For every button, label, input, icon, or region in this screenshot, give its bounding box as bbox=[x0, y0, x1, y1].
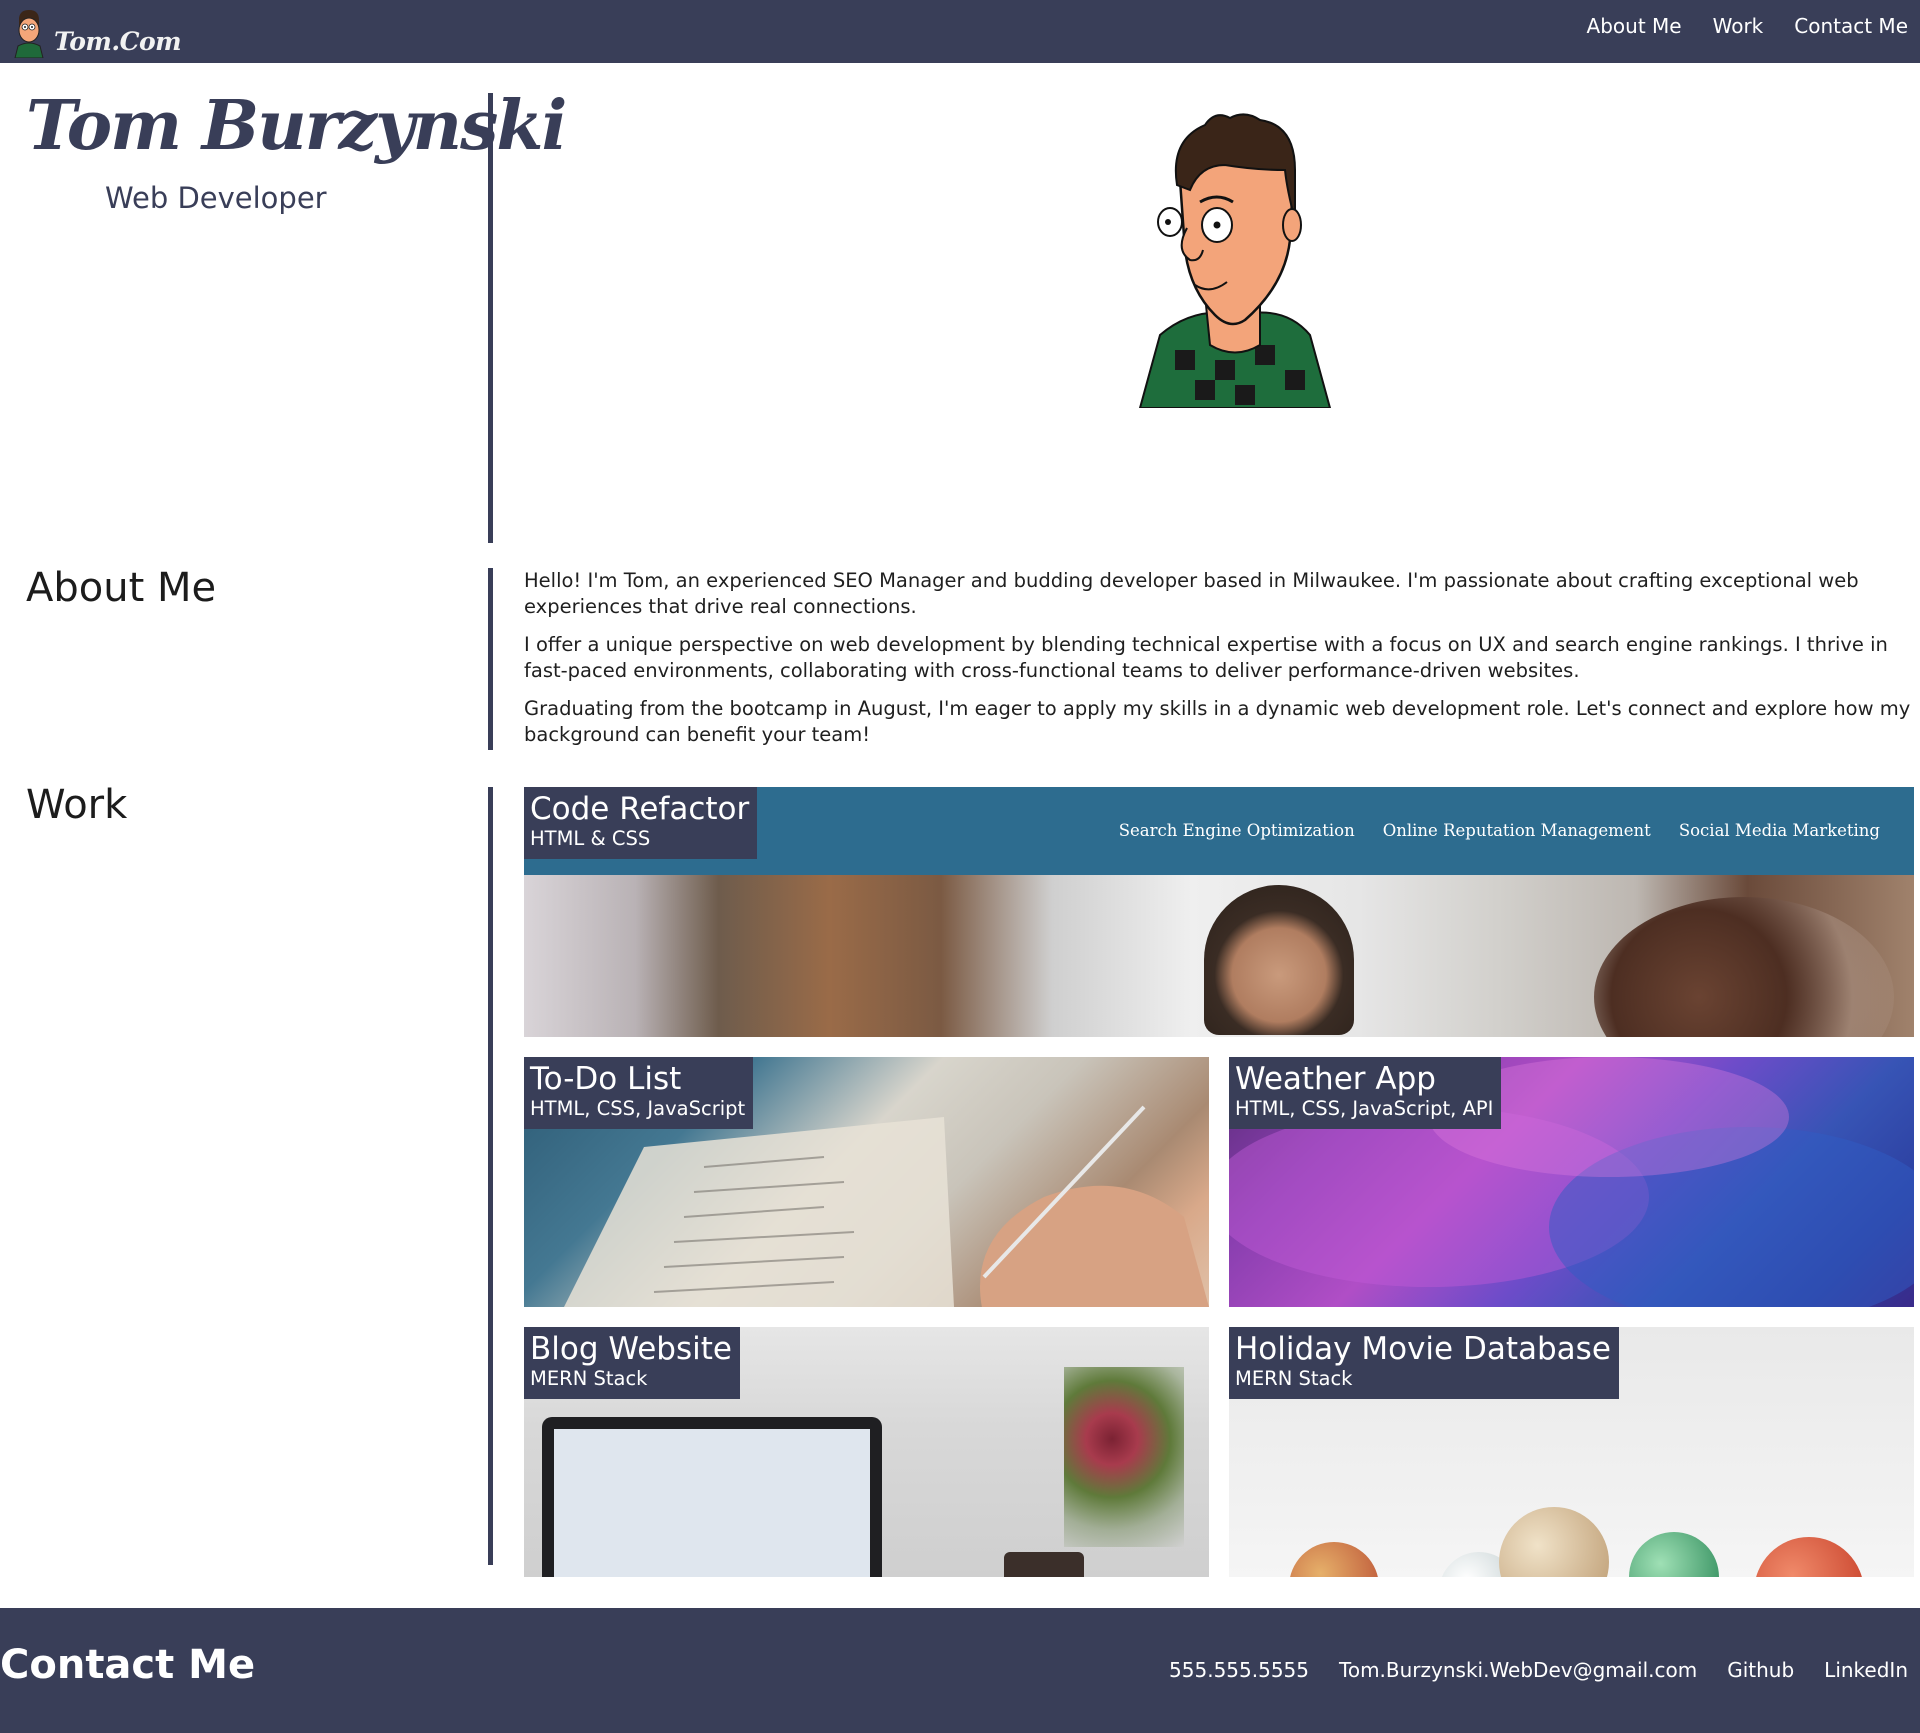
divider-intro bbox=[488, 93, 493, 543]
preview-nav-item: Online Reputation Management bbox=[1382, 821, 1651, 840]
project-title: Holiday Movie Database bbox=[1235, 1331, 1611, 1367]
project-tech: MERN Stack bbox=[530, 1367, 648, 1390]
project-card-blog-website[interactable]: Blog Website MERN Stack bbox=[524, 1327, 1209, 1577]
contact-links: 555.555.5555 Tom.Burzynski.WebDev@gmail.… bbox=[1169, 1658, 1908, 1682]
project-title: To-Do List bbox=[530, 1061, 682, 1097]
project-label: Holiday Movie Database MERN Stack bbox=[1229, 1327, 1619, 1399]
logo-text: Tom.Com bbox=[54, 27, 182, 56]
about-paragraph: Graduating from the bootcamp in August, … bbox=[524, 697, 1911, 746]
preview-ornament bbox=[1629, 1532, 1719, 1577]
project-title: Code Refactor bbox=[530, 791, 750, 827]
hero-avatar-image bbox=[1138, 113, 1332, 408]
project-label: Blog Website MERN Stack bbox=[524, 1327, 740, 1399]
project-card-code-refactor[interactable]: Search Engine Optimization Online Reputa… bbox=[524, 787, 1914, 1037]
preview-ornament bbox=[1754, 1537, 1864, 1577]
preview-ornament bbox=[1499, 1507, 1609, 1577]
about-paragraph: I offer a unique perspective on web deve… bbox=[524, 633, 1888, 682]
preview-ornament bbox=[1289, 1542, 1379, 1577]
contact-email-link[interactable]: Tom.Burzynski.WebDev@gmail.com bbox=[1339, 1658, 1697, 1682]
page-title: Tom Burzynski bbox=[26, 86, 567, 166]
nav-about-me[interactable]: About Me bbox=[1587, 14, 1682, 38]
preview-flowers bbox=[1064, 1367, 1184, 1547]
project-card-todo-list[interactable]: To-Do List HTML, CSS, JavaScript bbox=[524, 1057, 1209, 1307]
project-card-holiday-movie-database[interactable]: Holiday Movie Database MERN Stack bbox=[1229, 1327, 1914, 1577]
preview-mug bbox=[1004, 1552, 1084, 1577]
site-footer: Contact Me 555.555.5555 Tom.Burzynski.We… bbox=[0, 1608, 1920, 1733]
divider-work bbox=[488, 787, 493, 1565]
contact-phone-link[interactable]: 555.555.5555 bbox=[1169, 1658, 1309, 1682]
avatar-icon bbox=[14, 10, 44, 58]
divider-about bbox=[488, 568, 493, 750]
about-paragraph: Hello! I'm Tom, an experienced SEO Manag… bbox=[524, 569, 1859, 618]
job-title: Web Developer bbox=[105, 181, 327, 215]
nav-work[interactable]: Work bbox=[1713, 14, 1764, 38]
contact-github-link[interactable]: Github bbox=[1727, 1658, 1794, 1682]
preview-nav-item: Search Engine Optimization bbox=[1118, 821, 1355, 840]
main-nav: About Me Work Contact Me bbox=[1587, 14, 1908, 38]
project-tech: MERN Stack bbox=[1235, 1367, 1353, 1390]
site-logo[interactable]: Tom.Com bbox=[12, 6, 182, 58]
project-tech: HTML & CSS bbox=[530, 827, 651, 850]
project-title: Blog Website bbox=[530, 1331, 732, 1367]
contact-linkedin-link[interactable]: LinkedIn bbox=[1824, 1658, 1908, 1682]
project-label: Code Refactor HTML & CSS bbox=[524, 787, 758, 859]
about-section-title: About Me bbox=[26, 565, 217, 611]
preview-nav-item: Social Media Marketing bbox=[1678, 821, 1880, 840]
project-title: Weather App bbox=[1235, 1061, 1436, 1097]
project-card-weather-app[interactable]: Weather App HTML, CSS, JavaScript, API bbox=[1229, 1057, 1914, 1307]
site-header: Tom.Com About Me Work Contact Me bbox=[0, 0, 1920, 63]
project-tech: HTML, CSS, JavaScript, API bbox=[1235, 1097, 1494, 1120]
project-tech: HTML, CSS, JavaScript bbox=[530, 1097, 746, 1120]
preview-laptop bbox=[542, 1417, 882, 1577]
contact-section-title: Contact Me bbox=[0, 1642, 256, 1688]
nav-contact-me[interactable]: Contact Me bbox=[1794, 14, 1908, 38]
project-preview-nav: Search Engine Optimization Online Reputa… bbox=[1119, 821, 1880, 840]
about-text: Hello! I'm Tom, an experienced SEO Manag… bbox=[524, 568, 1916, 760]
project-label: To-Do List HTML, CSS, JavaScript bbox=[524, 1057, 754, 1129]
project-label: Weather App HTML, CSS, JavaScript, API bbox=[1229, 1057, 1502, 1129]
work-section-title: Work bbox=[26, 782, 128, 828]
preview-person bbox=[1204, 885, 1354, 1035]
